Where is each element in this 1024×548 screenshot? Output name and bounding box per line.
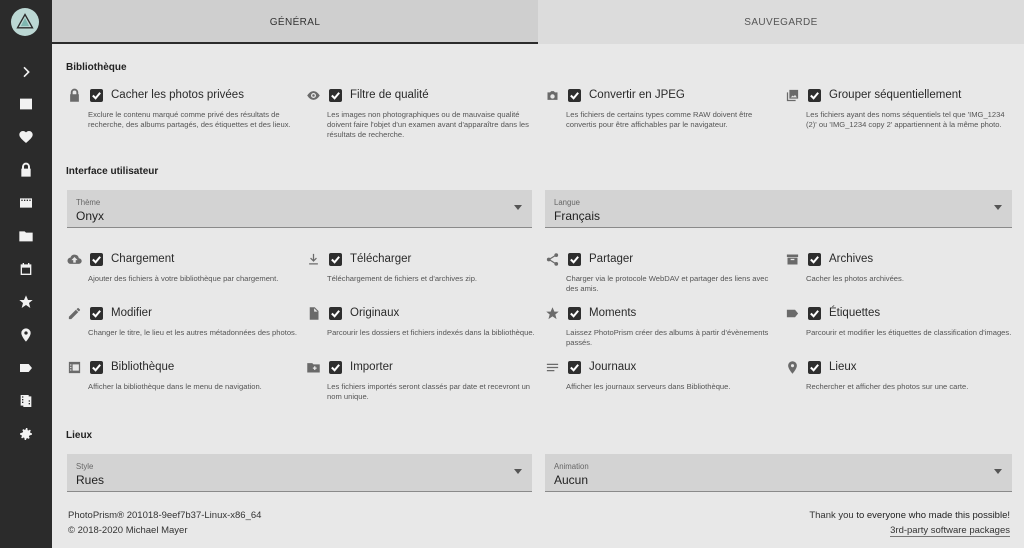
sidebar bbox=[0, 0, 52, 548]
checkbox-download[interactable] bbox=[329, 252, 342, 266]
share-icon bbox=[544, 251, 560, 267]
checkbox-logs[interactable] bbox=[568, 360, 581, 374]
folder-icon[interactable] bbox=[0, 220, 52, 252]
checkbox-upload[interactable] bbox=[90, 252, 103, 266]
checkbox-convert-jpeg[interactable] bbox=[568, 88, 581, 102]
star-icon[interactable] bbox=[0, 286, 52, 318]
star-icon bbox=[544, 305, 560, 321]
checkbox-group-sequential[interactable] bbox=[808, 88, 821, 102]
option-share: Partager Charger via le protocole WebDAV… bbox=[544, 250, 774, 294]
tab-general[interactable]: GÉNÉRAL bbox=[52, 0, 538, 44]
tab-backup[interactable]: SAUVEGARDE bbox=[538, 0, 1024, 44]
section-title-places: Lieux bbox=[66, 430, 93, 441]
checkbox-places[interactable] bbox=[808, 360, 821, 374]
option-archive: Archives Cacher les photos archivées. bbox=[784, 250, 1014, 284]
checkbox-import[interactable] bbox=[329, 360, 342, 374]
archive-icon bbox=[784, 251, 800, 267]
option-hide-private: Cacher les photos privées Exclure le con… bbox=[66, 86, 296, 130]
gear-icon[interactable] bbox=[0, 418, 52, 450]
option-edit: Modifier Changer le titre, le lieu et le… bbox=[66, 304, 297, 338]
photo-library-icon bbox=[784, 87, 800, 103]
folder-add-icon bbox=[305, 359, 321, 375]
option-upload: Chargement Ajouter des fichiers à votre … bbox=[66, 250, 296, 284]
eye-icon bbox=[305, 87, 321, 103]
checkbox-share[interactable] bbox=[568, 252, 581, 266]
cloud-upload-icon bbox=[66, 251, 82, 267]
option-group-sequential: Grouper séquentiellement Les fichiers ay… bbox=[784, 86, 1014, 130]
movie-icon[interactable] bbox=[0, 187, 52, 219]
option-download: Télécharger Téléchargement de fichiers e… bbox=[305, 250, 535, 284]
option-logs: Journaux Afficher les journaux serveurs … bbox=[544, 358, 774, 392]
option-moments: Moments Laissez PhotoPrism créer des alb… bbox=[544, 304, 774, 348]
option-places: Lieux Rechercher et afficher des photos … bbox=[784, 358, 1014, 392]
chevron-right-icon[interactable] bbox=[0, 56, 52, 88]
label-icon bbox=[784, 305, 800, 321]
settings-tabs: GÉNÉRAL SAUVEGARDE bbox=[52, 0, 1024, 44]
option-quality-filter: Filtre de qualité Les images non photogr… bbox=[305, 86, 535, 140]
logo-icon bbox=[16, 13, 34, 29]
language-select[interactable]: Langue Français bbox=[545, 190, 1012, 228]
option-originals: Originaux Parcourir les dossiers et fich… bbox=[305, 304, 535, 338]
film-icon[interactable] bbox=[0, 385, 52, 417]
dropdown-arrow-icon bbox=[514, 469, 522, 474]
calendar-icon[interactable] bbox=[0, 253, 52, 285]
dropdown-arrow-icon bbox=[514, 205, 522, 210]
option-library: Bibliothèque Afficher la bibliothèque da… bbox=[66, 358, 296, 392]
list-icon bbox=[544, 359, 560, 375]
library-icon bbox=[66, 359, 82, 375]
dropdown-arrow-icon bbox=[994, 205, 1002, 210]
animation-select[interactable]: Animation Aucun bbox=[545, 454, 1012, 492]
checkbox-quality-filter[interactable] bbox=[329, 88, 342, 102]
camera-icon bbox=[544, 87, 560, 103]
thanks-link[interactable]: to everyone who made this possible! bbox=[856, 510, 1010, 521]
option-import: Importer Les fichiers importés seront cl… bbox=[305, 358, 535, 402]
checkbox-labels[interactable] bbox=[808, 306, 821, 320]
place-icon bbox=[784, 359, 800, 375]
edit-icon bbox=[66, 305, 82, 321]
checkbox-archive[interactable] bbox=[808, 252, 821, 266]
section-title-library: Bibliothèque bbox=[66, 62, 127, 73]
photo-icon[interactable] bbox=[0, 88, 52, 120]
checkbox-library[interactable] bbox=[90, 360, 103, 374]
theme-select[interactable]: Thème Onyx bbox=[67, 190, 532, 228]
version-text: PhotoPrism® 201018-9eef7b37-Linux-x86_64 bbox=[68, 510, 262, 521]
third-party-packages-link[interactable]: 3rd-party software packages bbox=[890, 525, 1010, 537]
checkbox-moments[interactable] bbox=[568, 306, 581, 320]
map-style-select[interactable]: Style Rues bbox=[67, 454, 532, 492]
checkbox-hide-private[interactable] bbox=[90, 88, 103, 102]
label-icon[interactable] bbox=[0, 352, 52, 384]
place-icon[interactable] bbox=[0, 319, 52, 351]
photoprism-logo[interactable] bbox=[11, 8, 39, 36]
thanks-text: Thank you bbox=[809, 510, 857, 521]
lock-icon[interactable] bbox=[0, 154, 52, 186]
footer-credits: Thank you to everyone who made this poss… bbox=[809, 510, 1010, 537]
option-labels: Étiquettes Parcourir et modifier les éti… bbox=[784, 304, 1014, 338]
lock-icon bbox=[66, 87, 82, 103]
heart-icon[interactable] bbox=[0, 121, 52, 153]
section-title-ui: Interface utilisateur bbox=[66, 166, 159, 177]
copyright-text: © 2018-2020 Michael Mayer bbox=[68, 525, 188, 536]
checkbox-originals[interactable] bbox=[329, 306, 342, 320]
settings-content: Bibliothèque Cacher les photos privées E… bbox=[52, 44, 1024, 548]
file-icon bbox=[305, 305, 321, 321]
footer-info: PhotoPrism® 201018-9eef7b37-Linux-x86_64… bbox=[68, 510, 261, 536]
download-icon bbox=[305, 251, 321, 267]
checkbox-edit[interactable] bbox=[90, 306, 103, 320]
dropdown-arrow-icon bbox=[994, 469, 1002, 474]
option-convert-jpeg: Convertir en JPEG Les fichiers de certai… bbox=[544, 86, 774, 130]
